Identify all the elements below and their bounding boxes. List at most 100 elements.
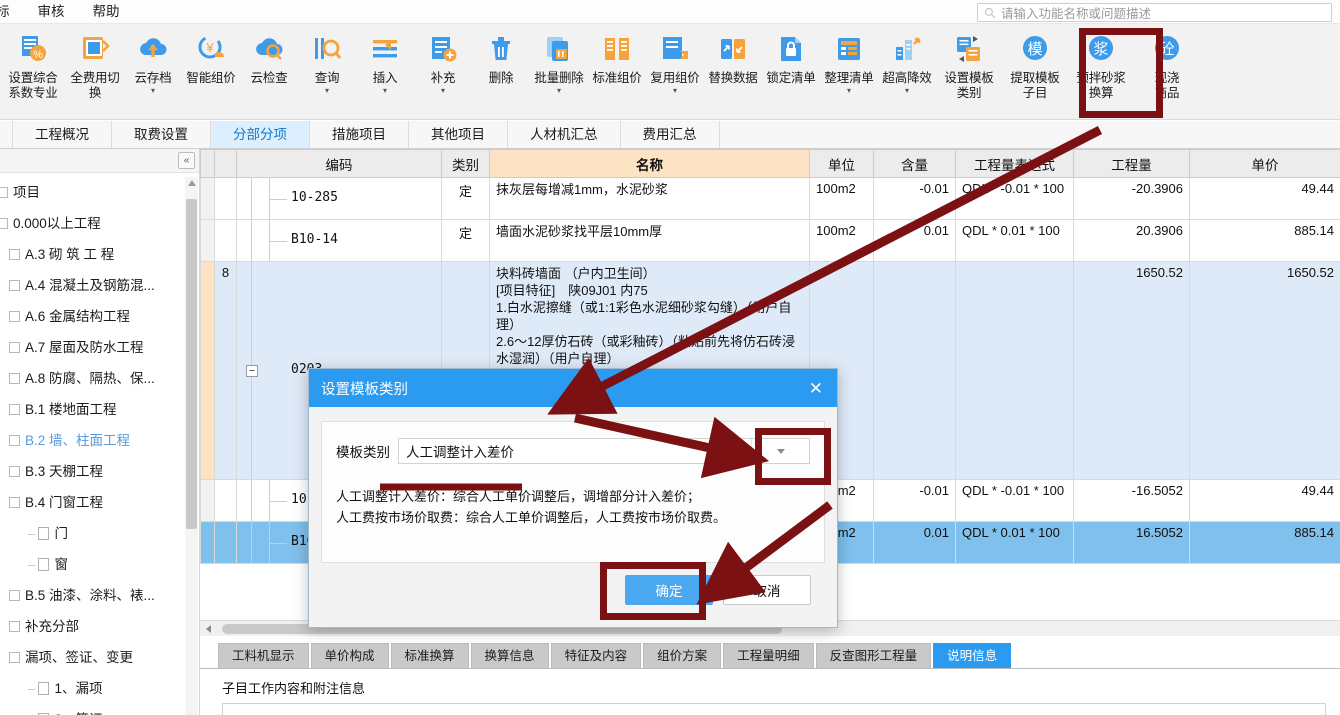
template-category-select[interactable]: 人工调整计入差价 — [398, 438, 810, 464]
tab-1[interactable]: 取费设置 — [112, 121, 211, 148]
tab-6[interactable]: 费用汇总 — [620, 121, 720, 148]
table-row[interactable]: B10-14 定墙面水泥砂浆找平层10mm厚100m20.01QDL * 0.01… — [200, 219, 1340, 262]
document-icon[interactable] — [37, 527, 49, 540]
ribbon-button-supplement[interactable]: 补充 ▾ — [414, 28, 472, 116]
collapse-row-icon[interactable]: − — [246, 364, 258, 377]
ribbon-button-cast-in-place[interactable]: 砼现浇 商品 — [1134, 28, 1200, 116]
ribbon-button-full-cost-switch[interactable]: 全费用切换 — [66, 28, 124, 116]
tree-node[interactable]: B.3 天棚工程 — [0, 456, 199, 487]
ribbon-button-replace-data[interactable]: 替换数据 — [704, 28, 762, 116]
chevron-down-icon[interactable]: ▾ — [325, 87, 329, 95]
table-row[interactable]: 10-285 定抹灰层每增减1mm，水泥砂浆100m2-0.01QDL * -0.… — [200, 177, 1340, 220]
detail-tab-8[interactable]: 说明信息 — [933, 643, 1012, 668]
folder-checkbox-icon[interactable] — [9, 404, 20, 415]
tab-2[interactable]: 分部分项 — [211, 121, 310, 148]
ribbon-button-settings-coefficient[interactable]: % 设置综合 系数专业 — [0, 28, 66, 116]
ribbon-button-organize-list[interactable]: 整理清单 ▾ — [820, 28, 878, 116]
column-header-5[interactable]: 工程量表达式 — [955, 149, 1074, 178]
chevron-down-icon[interactable]: ▾ — [905, 87, 909, 95]
menu-item-2[interactable]: 帮助 — [79, 0, 134, 24]
ribbon-button-high-altitude-efficiency[interactable]: 超高降效 ▾ — [878, 28, 936, 116]
ribbon-button-cloud-check[interactable]: 云检查 — [240, 28, 298, 116]
chevron-down-icon[interactable]: ▾ — [441, 87, 445, 95]
folder-checkbox-icon[interactable] — [9, 435, 20, 446]
ribbon-button-query[interactable]: 查询 ▾ — [298, 28, 356, 116]
menu-item-0[interactable]: 标 — [0, 0, 24, 24]
ribbon-button-delete[interactable]: 删除 — [472, 28, 530, 116]
close-icon[interactable]: ✕ — [807, 380, 825, 397]
tree-node[interactable]: B.4 门窗工程 — [0, 487, 199, 518]
tree-node[interactable]: – 1、漏项 — [0, 673, 199, 704]
ribbon-button-lock-list[interactable]: 锁定清单 — [762, 28, 820, 116]
ok-button[interactable]: 确定 — [625, 575, 713, 605]
tree-node[interactable]: – 2、签证 — [0, 704, 199, 715]
column-header-1[interactable]: 类别 — [441, 149, 490, 178]
column-header-6[interactable]: 工程量 — [1073, 149, 1190, 178]
tree-node[interactable]: B.5 油漆、涂料、裱... — [0, 580, 199, 611]
folder-checkbox-icon[interactable] — [9, 466, 20, 477]
row-handle[interactable] — [200, 219, 215, 262]
folder-checkbox-icon[interactable] — [9, 311, 20, 322]
collapse-sidebar-button[interactable]: « — [178, 152, 195, 169]
detail-tab-1[interactable]: 单价构成 — [310, 643, 389, 668]
ribbon-button-cloud-archive[interactable]: 云存档 ▾ — [124, 28, 182, 116]
chevron-down-icon[interactable]: ▾ — [847, 87, 851, 95]
column-header-2[interactable]: 名称 — [489, 149, 810, 178]
document-icon[interactable] — [37, 558, 49, 571]
tree-node[interactable]: A.7 屋面及防水工程 — [0, 332, 199, 363]
chevron-down-icon[interactable]: ▾ — [673, 87, 677, 95]
column-header-4[interactable]: 含量 — [873, 149, 956, 178]
column-header-0[interactable]: 编码 — [236, 149, 442, 178]
tree-node[interactable]: – 门 — [0, 518, 199, 549]
ribbon-button-smart-pricing[interactable]: ¥ 智能组价 — [182, 28, 240, 116]
folder-checkbox-icon[interactable] — [0, 218, 8, 229]
detail-tab-7[interactable]: 反查图形工程量 — [815, 643, 932, 668]
ribbon-button-reuse-pricing[interactable]: 复用组价 ▾ — [646, 28, 704, 116]
detail-tab-5[interactable]: 组价方案 — [643, 643, 722, 668]
row-handle[interactable] — [200, 521, 215, 564]
ribbon-button-ready-mixed-mortar[interactable]: 浆预拌砂浆 换算 — [1068, 28, 1134, 116]
tree-node[interactable]: B.2 墙、柱面工程 — [0, 425, 199, 456]
cancel-button[interactable]: 取消 — [723, 575, 811, 605]
tree-node[interactable]: A.4 混凝土及钢筋混... — [0, 270, 199, 301]
tab-4[interactable]: 其他项目 — [409, 121, 508, 148]
search-input[interactable]: 请输入功能名称或问题描述 — [977, 3, 1332, 22]
ribbon-button-batch-delete[interactable]: 批量删除 ▾ — [530, 28, 588, 116]
row-handle[interactable] — [200, 479, 215, 522]
ribbon-button-standard-pricing[interactable]: 标准组价 — [588, 28, 646, 116]
folder-checkbox-icon[interactable] — [9, 342, 20, 353]
tab-3[interactable]: 措施项目 — [310, 121, 409, 148]
chevron-down-icon[interactable]: ▾ — [151, 87, 155, 95]
detail-tab-6[interactable]: 工程量明细 — [723, 643, 814, 668]
menu-item-1[interactable]: 审核 — [24, 0, 79, 24]
row-code-cell[interactable]: B10-14 — [236, 219, 442, 262]
document-icon[interactable] — [37, 682, 49, 695]
scroll-left-arrow-icon[interactable] — [206, 625, 211, 633]
ribbon-button-extract-template-item[interactable]: 模提取模板 子目 — [1002, 28, 1068, 116]
detail-tab-0[interactable]: 工料机显示 — [218, 643, 309, 668]
tree-node[interactable]: 0.000以上工程 — [0, 208, 199, 239]
folder-checkbox-icon[interactable] — [9, 590, 20, 601]
row-handle[interactable] — [200, 261, 215, 480]
column-header-3[interactable]: 单位 — [809, 149, 874, 178]
tree-node[interactable]: – 窗 — [0, 549, 199, 580]
folder-checkbox-icon[interactable] — [9, 373, 20, 384]
chevron-down-icon[interactable] — [751, 439, 809, 463]
folder-checkbox-icon[interactable] — [9, 652, 20, 663]
folder-checkbox-icon[interactable] — [0, 187, 8, 198]
tree-node[interactable]: 项目 — [0, 177, 199, 208]
sidebar-scroll-thumb[interactable] — [186, 199, 197, 529]
folder-checkbox-icon[interactable] — [9, 249, 20, 260]
tab-0[interactable]: 工程概况 — [12, 121, 112, 148]
tree-node[interactable]: A.6 金属结构工程 — [0, 301, 199, 332]
sidebar-scrollbar[interactable] — [185, 177, 198, 715]
folder-checkbox-icon[interactable] — [9, 280, 20, 291]
row-code-cell[interactable]: 10-285 — [236, 177, 442, 220]
folder-checkbox-icon[interactable] — [9, 497, 20, 508]
row-handle[interactable] — [200, 177, 215, 220]
tree-node[interactable]: 补充分部 — [0, 611, 199, 642]
tree-node[interactable]: B.1 楼地面工程 — [0, 394, 199, 425]
folder-checkbox-icon[interactable] — [9, 621, 20, 632]
ribbon-button-insert[interactable]: 插入 ▾ — [356, 28, 414, 116]
tree-node[interactable]: A.8 防腐、隔热、保... — [0, 363, 199, 394]
